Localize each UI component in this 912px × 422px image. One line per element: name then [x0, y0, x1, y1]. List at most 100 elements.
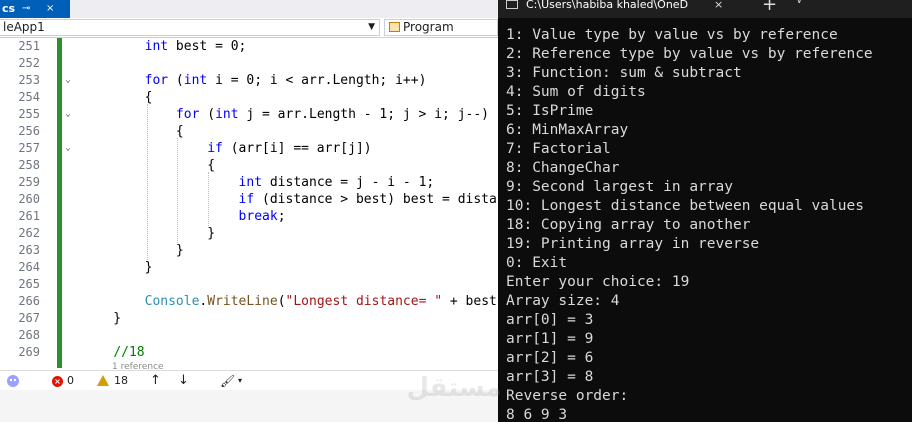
- code-token: int: [183, 73, 208, 88]
- code-text: }: [82, 259, 153, 276]
- code-token: }: [82, 243, 184, 258]
- indent-guide: [147, 104, 148, 260]
- fold-chevron-icon[interactable]: ⌄: [62, 75, 74, 85]
- code-token: }: [82, 311, 122, 326]
- code-text: }: [82, 242, 184, 259]
- console-icon: [506, 0, 518, 9]
- code-token: Console: [144, 294, 200, 309]
- code-editor-window: cs ⊸ × leApp1 ▼ Program 251 int best = 0…: [0, 0, 498, 422]
- document-tab-strip: cs ⊸ ×: [0, 0, 498, 18]
- terminal-line: 5: IsPrime: [506, 103, 594, 119]
- code-area[interactable]: 251 int best = 0; 252 253 ⌄ for (int i = 0;…: [0, 38, 498, 372]
- watermark-text: مستقل: [406, 373, 501, 403]
- close-tab-icon[interactable]: ×: [46, 0, 54, 18]
- terminal-output[interactable]: 1: Value type by value vs by reference 2:…: [506, 26, 912, 422]
- code-token: i = 0; i < arr.Length; i++): [207, 73, 427, 88]
- class-icon: [389, 22, 400, 32]
- line-number: 262: [18, 226, 40, 240]
- close-terminal-tab-icon[interactable]: ×: [714, 0, 723, 11]
- code-line: 256 {: [0, 123, 498, 140]
- line-number: 267: [18, 311, 40, 325]
- terminal-line: Reverse order:: [506, 388, 629, 404]
- project-dropdown[interactable]: leApp1 ▼: [0, 19, 380, 36]
- code-line: 263 }: [0, 242, 498, 259]
- terminal-line: 9: Second largest in array: [506, 179, 733, 195]
- code-line: 267 }: [0, 310, 498, 327]
- pin-icon[interactable]: ⊸: [22, 0, 30, 18]
- code-token: for: [144, 73, 169, 88]
- previous-issue-button[interactable]: ↑: [150, 374, 161, 388]
- code-text: if (distance > best) best = distance;: [82, 191, 498, 208]
- code-token: (: [199, 107, 216, 122]
- code-text: break;: [82, 208, 286, 225]
- line-number: 259: [18, 175, 40, 189]
- code-text: for (int i = 0; i < arr.Length; i++): [82, 72, 427, 89]
- warning-count[interactable]: 18: [114, 374, 128, 388]
- error-count[interactable]: 0: [67, 374, 74, 388]
- line-number: 251: [18, 39, 40, 53]
- code-token: int: [144, 39, 169, 54]
- document-tab[interactable]: cs ⊸ ×: [0, 0, 70, 18]
- terminal-line: 8 6 9 3: [506, 407, 568, 422]
- code-cleanup-dropdown-icon[interactable]: ▾: [238, 374, 242, 388]
- code-token: for: [175, 107, 200, 122]
- code-token: int: [215, 107, 239, 122]
- line-number: 256: [18, 124, 40, 138]
- fold-chevron-icon[interactable]: ⌄: [62, 143, 74, 153]
- code-token: }: [82, 260, 153, 275]
- terminal-line: 8: ChangeChar: [506, 160, 620, 176]
- terminal-line: 2: Reference type by value vs by referen…: [506, 46, 873, 62]
- line-number: 265: [18, 277, 40, 291]
- line-number: 268: [18, 328, 40, 342]
- code-line: 258 {: [0, 157, 498, 174]
- code-token: if: [238, 192, 255, 207]
- navigation-bar: leApp1 ▼ Program: [0, 18, 498, 38]
- warning-icon[interactable]: [97, 375, 109, 386]
- line-number: 269: [18, 345, 40, 359]
- terminal-line: arr[2] = 6: [506, 350, 594, 366]
- new-tab-button[interactable]: +: [762, 0, 777, 15]
- fold-chevron-icon[interactable]: ⌄: [62, 109, 74, 119]
- terminal-window: C:\Users\habiba khaled\OneD × + ∨ 1: Val…: [498, 0, 912, 422]
- code-line: 251 int best = 0;: [0, 38, 498, 55]
- next-issue-button[interactable]: ↓: [178, 374, 189, 388]
- code-text: int distance = j - i - 1;: [82, 174, 435, 191]
- class-dropdown[interactable]: Program: [384, 19, 498, 36]
- code-line: 269 //18: [0, 344, 498, 361]
- code-text: //18: [82, 344, 144, 361]
- code-text: {: [82, 89, 153, 106]
- indent-guide: [177, 138, 178, 243]
- terminal-line: 19: Printing array in reverse: [506, 236, 760, 252]
- terminal-line: 6: MinMaxArray: [506, 122, 629, 138]
- code-line: 259 int distance = j - i - 1;: [0, 174, 498, 191]
- document-tab-label: cs: [2, 2, 16, 15]
- error-icon[interactable]: ×: [52, 376, 63, 387]
- line-number: 252: [18, 56, 40, 70]
- terminal-tab[interactable]: C:\Users\habiba khaled\OneD: [506, 0, 742, 18]
- code-cleanup-icon[interactable]: 🖌: [220, 374, 235, 388]
- copilot-icon[interactable]: [6, 374, 20, 388]
- tab-dropdown-icon[interactable]: ∨: [796, 0, 803, 6]
- line-number: 264: [18, 260, 40, 274]
- code-token: + best);: [449, 294, 498, 309]
- code-line: 252: [0, 55, 498, 72]
- indent-guide: [208, 172, 209, 226]
- code-token: (: [277, 294, 286, 309]
- code-token: distance = j - i - 1;: [262, 175, 435, 190]
- code-token: (arr[i] == arr[j]): [222, 141, 372, 156]
- code-token: int: [238, 175, 263, 190]
- line-number: 263: [18, 243, 40, 257]
- terminal-line: arr[0] = 3: [506, 312, 594, 328]
- code-text: {: [82, 157, 215, 174]
- code-line: 264 }: [0, 259, 498, 276]
- code-line: 254 {: [0, 89, 498, 106]
- code-text: int best = 0;: [82, 38, 247, 55]
- line-number: 266: [18, 294, 40, 308]
- code-token: {: [82, 90, 153, 105]
